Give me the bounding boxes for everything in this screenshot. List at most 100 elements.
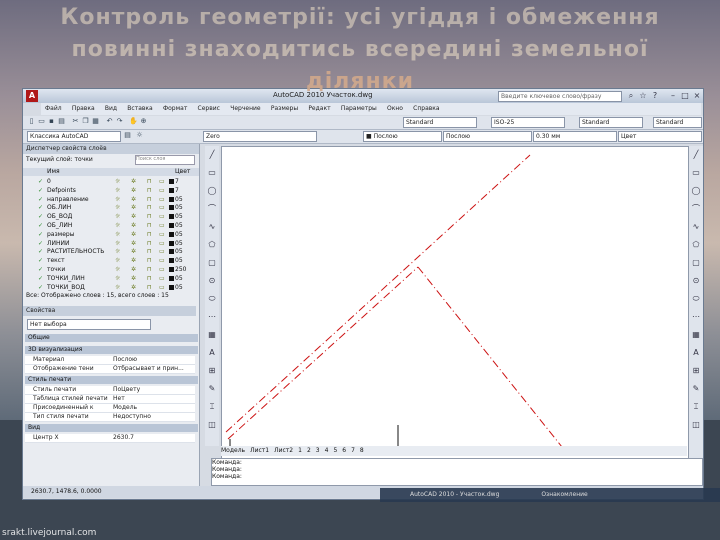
plot-icon[interactable]: ▭ xyxy=(159,222,165,230)
donut-icon[interactable]: ⊙ xyxy=(691,276,701,286)
lock-icon[interactable]: ⊓ xyxy=(147,178,152,186)
layer-row[interactable]: ✓ ЛИНИИ ☼ ✲ ⊓ ▭ 05 xyxy=(23,240,199,248)
freeze-icon[interactable]: ✲ xyxy=(131,275,136,283)
pan-icon[interactable]: ✋ xyxy=(129,117,138,126)
lock-icon[interactable]: ⊓ xyxy=(147,204,152,212)
freeze-icon[interactable]: ✲ xyxy=(131,204,136,212)
properties-section[interactable]: Стиль печати xyxy=(25,376,198,384)
layout-tab[interactable]: 6 xyxy=(342,447,346,454)
polygon-icon[interactable]: ⬠ xyxy=(207,240,217,250)
lock-icon[interactable]: ⊓ xyxy=(147,240,152,248)
cut-icon[interactable]: ✂ xyxy=(71,117,80,126)
plotstyle-combo[interactable]: Цвет xyxy=(618,131,702,142)
redo-icon[interactable]: ↷ xyxy=(115,117,124,126)
lock-icon[interactable]: ⊓ xyxy=(147,266,152,274)
menu-draw[interactable]: Черчение xyxy=(230,103,260,115)
plot-icon[interactable]: ▭ xyxy=(159,178,165,186)
layer-combo[interactable]: Zero xyxy=(203,131,317,142)
property-value[interactable]: Нет xyxy=(113,395,193,403)
freeze-icon[interactable]: ✲ xyxy=(131,187,136,195)
rectangle-icon[interactable]: ▭ xyxy=(207,168,217,178)
property-row[interactable]: Стиль печати ПоЦвету xyxy=(25,386,195,395)
copy-icon[interactable]: ❐ xyxy=(81,117,90,126)
save-icon[interactable]: ▪ xyxy=(47,117,56,126)
menu-help[interactable]: Справка xyxy=(413,103,439,115)
plot-icon[interactable]: ▭ xyxy=(159,248,165,256)
spline-icon[interactable]: ∿ xyxy=(207,222,217,232)
plot-icon[interactable]: ▭ xyxy=(159,275,165,283)
bulb-icon[interactable]: ☼ xyxy=(115,240,120,248)
table-style-combo[interactable]: Standard xyxy=(579,117,643,128)
property-row[interactable]: Тип стиля печати Недоступно xyxy=(25,413,195,422)
polygon-icon[interactable]: ⬠ xyxy=(691,240,701,250)
properties-section[interactable]: Общие xyxy=(25,334,198,342)
table-icon[interactable]: ⊞ xyxy=(691,366,701,376)
freeze-icon[interactable]: ✲ xyxy=(131,231,136,239)
property-value[interactable]: Модель xyxy=(113,404,193,412)
properties-section[interactable]: 3D визуализация xyxy=(25,346,198,354)
bulb-icon[interactable]: ☼ xyxy=(115,204,120,212)
layer-color-swatch[interactable] xyxy=(169,214,174,220)
properties-section[interactable]: Вид xyxy=(25,424,198,432)
lock-icon[interactable]: ⊓ xyxy=(147,213,152,221)
property-value[interactable]: Недоступно xyxy=(113,413,193,421)
property-value[interactable]: ПоЦвету xyxy=(113,386,193,394)
open-icon[interactable]: ▭ xyxy=(37,117,46,126)
linetype-combo[interactable]: Послою xyxy=(443,131,532,142)
layer-row[interactable]: ✓ текст ☼ ✲ ⊓ ▭ 05 xyxy=(23,257,199,265)
plot-icon[interactable]: ▭ xyxy=(159,213,165,221)
freeze-icon[interactable]: ✲ xyxy=(131,257,136,265)
mleader-style-combo[interactable]: Standard xyxy=(653,117,702,128)
column-color[interactable]: Цвет xyxy=(175,168,190,176)
command-line[interactable]: Команда: Команда: Команда: xyxy=(211,458,703,486)
freeze-icon[interactable]: ✲ xyxy=(131,284,136,292)
hatch-icon[interactable]: ▦ xyxy=(207,330,217,340)
menu-edit[interactable]: Правка xyxy=(72,103,95,115)
freeze-icon[interactable]: ✲ xyxy=(131,196,136,204)
lock-icon[interactable]: ⊓ xyxy=(147,284,152,292)
ellipse-icon[interactable]: ⬭ xyxy=(691,294,701,304)
block-icon[interactable]: ⌶ xyxy=(691,402,701,412)
text-style-combo[interactable]: Standard xyxy=(403,117,477,128)
undo-icon[interactable]: ↶ xyxy=(105,117,114,126)
layout-tab[interactable]: 2 xyxy=(307,447,311,454)
bulb-icon[interactable]: ☼ xyxy=(115,266,120,274)
layout-tab[interactable]: 4 xyxy=(325,447,329,454)
freeze-icon[interactable]: ✲ xyxy=(131,240,136,248)
plot-icon[interactable]: ▭ xyxy=(159,240,165,248)
edit-icon[interactable]: ✎ xyxy=(207,384,217,394)
lineweight-combo[interactable]: 0.30 мм xyxy=(533,131,617,142)
layer-color-swatch[interactable] xyxy=(169,196,174,202)
layer-manager-icon[interactable]: ▤ xyxy=(123,131,132,140)
layer-color-swatch[interactable] xyxy=(169,258,174,264)
layer-row[interactable]: ✓ ОБ_ЛИН ☼ ✲ ⊓ ▭ 05 xyxy=(23,222,199,230)
taskbar-item-autocad[interactable]: AutoCAD 2010 - Участок.dwg xyxy=(410,491,499,498)
plot-icon[interactable]: ▭ xyxy=(159,284,165,292)
plot-icon[interactable]: ▭ xyxy=(159,231,165,239)
bulb-icon[interactable]: ☼ xyxy=(115,222,120,230)
layout-tab[interactable]: Лист1 xyxy=(250,447,269,454)
menu-tools[interactable]: Сервис xyxy=(198,103,220,115)
zoom-icon[interactable]: ⊕ xyxy=(139,117,148,126)
model-space-canvas[interactable] xyxy=(221,146,689,460)
bulb-icon[interactable]: ☼ xyxy=(115,275,120,283)
layer-row[interactable]: ✓ Defpoints ☼ ✲ ⊓ ▭ 7 xyxy=(23,187,199,195)
property-row[interactable]: Отображение тени Отбрасывает и прин... xyxy=(25,365,195,374)
menu-modify[interactable]: Редакт xyxy=(308,103,330,115)
circle-icon[interactable]: ◯ xyxy=(207,186,217,196)
property-row[interactable]: Таблица стилей печати Нет xyxy=(25,395,195,404)
freeze-icon[interactable]: ✲ xyxy=(131,266,136,274)
lock-icon[interactable]: ⊓ xyxy=(147,257,152,265)
bulb-icon[interactable]: ☼ xyxy=(115,213,120,221)
color-combo[interactable]: ■ Послою xyxy=(363,131,442,142)
ellipse-icon[interactable]: ⬭ xyxy=(207,294,217,304)
freeze-icon[interactable]: ✲ xyxy=(131,213,136,221)
bulb-icon[interactable]: ☼ xyxy=(115,178,120,186)
hatch-icon[interactable]: ▦ xyxy=(691,330,701,340)
plot-icon[interactable]: ▭ xyxy=(159,266,165,274)
taskbar-item-2[interactable]: Ознакомление xyxy=(541,491,587,498)
bulb-icon[interactable]: ☼ xyxy=(115,284,120,292)
lock-icon[interactable]: ⊓ xyxy=(147,196,152,204)
bulb-icon[interactable]: ☼ xyxy=(135,131,144,140)
table-icon[interactable]: ⊞ xyxy=(207,366,217,376)
